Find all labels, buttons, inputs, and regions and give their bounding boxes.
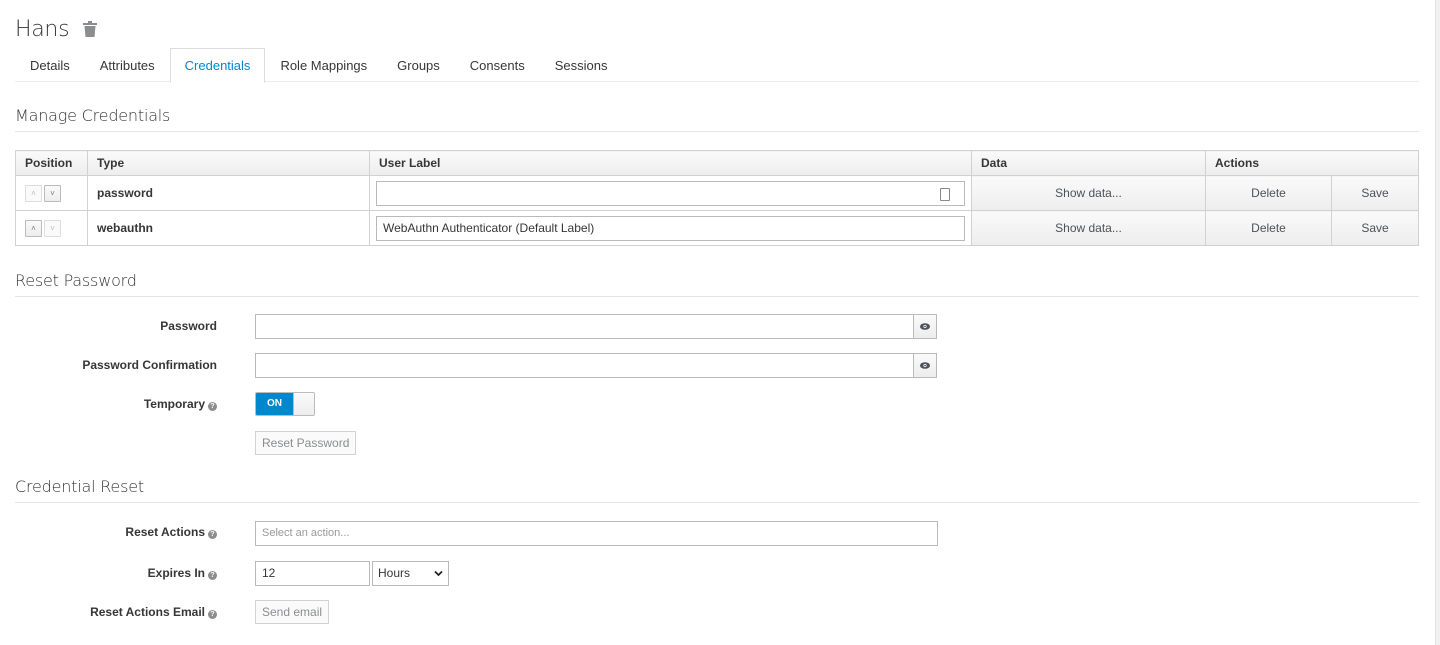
show-password-button[interactable] (913, 314, 937, 339)
save-button[interactable]: Save (1331, 210, 1419, 246)
move-up-button[interactable]: ˄ (25, 184, 42, 202)
user-name-title: Hans (15, 16, 70, 42)
password-manager-icon[interactable] (940, 187, 950, 201)
credential-type: password (87, 175, 370, 211)
column-data: Data (971, 150, 1206, 176)
tab-credentials[interactable]: Credentials (169, 48, 266, 83)
reset-actions-label: Reset Actions? (15, 520, 217, 545)
password-confirmation-row: Password Confirmation (15, 353, 1419, 378)
reset-email-row: Reset Actions Email? Send email (15, 600, 1419, 625)
tab-sessions[interactable]: Sessions (540, 48, 623, 82)
expires-in-input[interactable]: 12 (255, 561, 370, 586)
send-email-button[interactable]: Send email (255, 600, 330, 624)
trash-icon[interactable] (83, 20, 98, 38)
reset-actions-select[interactable]: Select an action... (255, 521, 938, 546)
help-icon[interactable]: ? (208, 610, 217, 619)
column-type: Type (87, 150, 370, 176)
move-down-button[interactable]: ˅ (44, 184, 61, 202)
delete-button[interactable]: Delete (1205, 210, 1332, 246)
move-down-button[interactable]: ˅ (44, 219, 61, 237)
password-input[interactable] (255, 314, 914, 339)
save-button[interactable]: Save (1331, 175, 1419, 211)
password-confirmation-label: Password Confirmation (82, 358, 217, 372)
table-row: ˄ ˅ password Show data... Delete Save (15, 175, 1419, 211)
show-data-button[interactable]: Show data... (971, 175, 1206, 211)
user-label-value: WebAuthn Authenticator (Default Label) (383, 221, 595, 235)
chevron-down-icon (434, 570, 443, 577)
show-confirmation-button[interactable] (913, 353, 937, 378)
eye-icon (920, 362, 930, 369)
scrollbar[interactable] (1435, 0, 1440, 645)
help-icon[interactable]: ? (208, 571, 217, 580)
tab-consents[interactable]: Consents (455, 48, 540, 82)
column-position: Position (15, 150, 88, 176)
password-confirmation-input[interactable] (255, 353, 914, 378)
move-up-button[interactable]: ˄ (25, 219, 42, 237)
table-row: ˄ ˅ webauthn WebAuthn Authenticator (Defa… (15, 210, 1419, 246)
credential-type: webauthn (87, 210, 370, 246)
tab-role-mappings[interactable]: Role Mappings (265, 48, 382, 82)
user-label-cell: WebAuthn Authenticator (Default Label) (369, 210, 972, 246)
help-icon[interactable]: ? (208, 402, 217, 411)
tab-details[interactable]: Details (15, 48, 85, 82)
toggle-on-label: ON (256, 393, 293, 415)
credential-reset-heading: Credential Reset (15, 477, 1419, 503)
expires-in-row: Expires In? 12 Hours (15, 561, 1419, 586)
reset-password-heading: Reset Password (15, 271, 1419, 297)
manage-credentials-heading: Manage Credentials (15, 106, 1419, 132)
temporary-row: Temporary? ON (15, 392, 1419, 417)
table-header-row: Position Type User Label Data Actions (15, 150, 1419, 176)
password-row: Password (15, 314, 1419, 339)
reset-email-label: Reset Actions Email? (15, 600, 217, 625)
credentials-table: Position Type User Label Data Actions ˄ ˅… (15, 150, 1419, 246)
column-actions: Actions (1205, 150, 1419, 176)
delete-button[interactable]: Delete (1205, 175, 1332, 211)
show-data-button[interactable]: Show data... (971, 210, 1206, 246)
tab-attributes[interactable]: Attributes (85, 48, 170, 82)
temporary-label: Temporary? (15, 392, 217, 417)
user-label-cell (369, 175, 972, 211)
user-header: Hans (15, 14, 98, 44)
reset-actions-row: Reset Actions? Select an action... (15, 520, 1419, 546)
toggle-knob (293, 393, 314, 415)
expires-unit-value: Hours (378, 566, 411, 580)
help-icon[interactable]: ? (208, 530, 217, 539)
expires-in-label: Expires In? (15, 561, 217, 586)
expires-unit-select[interactable]: Hours (372, 561, 449, 586)
eye-icon (920, 323, 930, 330)
position-cell: ˄ ˅ (15, 210, 88, 246)
column-user-label: User Label (369, 150, 972, 176)
user-label-input[interactable] (376, 180, 965, 206)
user-label-input[interactable]: WebAuthn Authenticator (Default Label) (376, 215, 965, 241)
user-tabs: Details Attributes Credentials Role Mapp… (15, 48, 1419, 83)
reset-password-button[interactable]: Reset Password (255, 431, 357, 455)
reset-email-label-text: Reset Actions Email (90, 605, 205, 619)
temporary-label-text: Temporary (143, 397, 205, 411)
position-cell: ˄ ˅ (15, 175, 88, 211)
temporary-toggle[interactable]: ON (255, 392, 315, 416)
expires-in-label-text: Expires In (147, 566, 205, 580)
tab-groups[interactable]: Groups (382, 48, 455, 82)
reset-actions-label-text: Reset Actions (125, 525, 205, 539)
password-label: Password (160, 319, 217, 333)
